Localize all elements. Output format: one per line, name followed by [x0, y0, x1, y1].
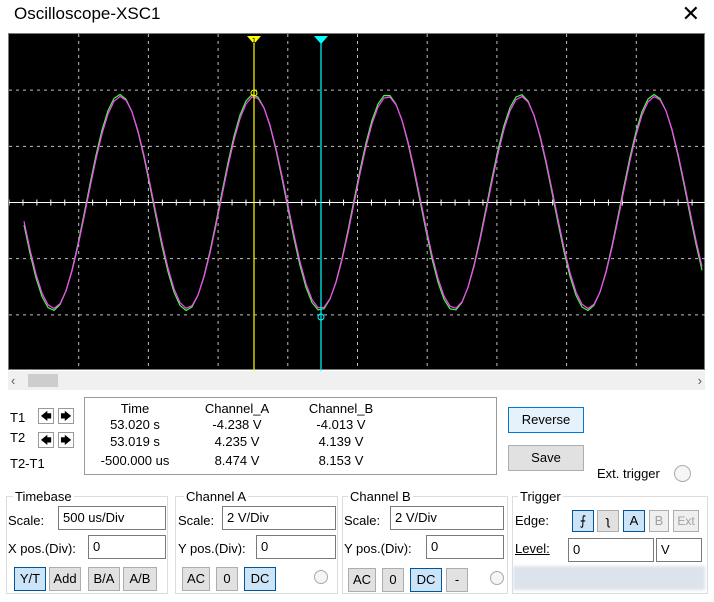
trigger-source-ext-button[interactable]: Ext [673, 510, 699, 532]
trigger-level-input[interactable]: 0 [568, 538, 654, 562]
t1-channel-b: -4.013 V [316, 417, 366, 432]
mode-add-button[interactable]: Add [49, 567, 81, 591]
channel-b-minus-button[interactable]: - [446, 568, 468, 592]
t2-label: T2 [10, 430, 26, 445]
trigger-source-b-button[interactable]: B [649, 510, 669, 532]
scroll-thumb[interactable] [28, 374, 58, 387]
channel-b-scale-input[interactable]: 2 V/Div [390, 506, 504, 530]
channel-b-ac-button[interactable]: AC [348, 568, 376, 592]
t1-right-arrow-icon[interactable]: 🡆 [58, 408, 74, 424]
channel-a-zero-button[interactable]: 0 [216, 567, 238, 591]
delta-channel-b: 8.153 V [318, 453, 364, 468]
trigger-mode-buttons-obscured [513, 566, 705, 590]
mode-ab-button[interactable]: A/B [123, 567, 157, 591]
t1-left-arrow-icon[interactable]: 🡄 [38, 408, 54, 424]
mode-yt-button[interactable]: Y/T [14, 567, 46, 591]
header-channel-b: Channel_B [308, 401, 374, 416]
header-time: Time [120, 401, 150, 416]
trigger-edge-label: Edge: [515, 513, 549, 528]
timebase-xpos-input[interactable]: 0 [88, 535, 166, 559]
channel-b-ypos-input[interactable]: 0 [426, 535, 504, 559]
close-icon[interactable]: ✕ [682, 2, 700, 26]
channel-a-scale-label: Scale: [178, 513, 215, 528]
timebase-scale-input[interactable]: 500 us/Div [58, 506, 166, 530]
ext-trigger-label: Ext. trigger [597, 466, 660, 481]
ext-trigger-radio[interactable] [674, 465, 691, 482]
window-title: Oscilloscope-XSC1 [14, 4, 161, 23]
cursor-t1[interactable]: 1 [247, 36, 261, 371]
grid [9, 34, 706, 371]
channel-a-ypos-input[interactable]: 0 [256, 535, 336, 559]
mode-ba-button[interactable]: B/A [88, 567, 120, 591]
timebase-title: Timebase [13, 489, 74, 504]
timebase-scale-label: Scale: [8, 513, 45, 528]
t1-label: T1 [10, 410, 26, 425]
t2-time: 53.019 s [110, 434, 160, 449]
cursor-t1-label: 1 [252, 37, 256, 45]
timebase-xpos-label: X pos.(Div): [8, 541, 76, 556]
channel-a-title: Channel A [184, 489, 248, 504]
t1-channel-a: -4.238 V [212, 417, 262, 432]
trigger-title: Trigger [518, 489, 563, 504]
channel-a-ac-button[interactable]: AC [182, 567, 210, 591]
trigger-level-label: Level: [515, 541, 550, 556]
scroll-right-icon[interactable]: › [698, 371, 702, 390]
t2-channel-a: 4.235 V [214, 434, 260, 449]
trigger-falling-edge-icon[interactable]: ʅ [597, 510, 619, 532]
header-channel-a: Channel_A [204, 401, 270, 416]
channel-b-scale-label: Scale: [344, 513, 381, 528]
trigger-source-a-button[interactable]: A [623, 510, 645, 532]
oscilloscope-screen: 1 [8, 33, 706, 371]
channel-a-ypos-label: Y pos.(Div): [178, 541, 246, 556]
t2-channel-b: 4.139 V [318, 434, 364, 449]
delta-channel-a: 8.474 V [214, 453, 260, 468]
channel-a-radio[interactable] [314, 570, 328, 584]
t2-right-arrow-icon[interactable]: 🡆 [58, 432, 74, 448]
channel-b-ypos-label: Y pos.(Div): [344, 541, 412, 556]
channel-b-zero-button[interactable]: 0 [382, 568, 404, 592]
channel-b-dc-button[interactable]: DC [410, 568, 442, 592]
save-button[interactable]: Save [508, 445, 584, 471]
channel-b-title: Channel B [348, 489, 413, 504]
oscilloscope-display: 1 [9, 34, 706, 371]
t2-left-arrow-icon[interactable]: 🡄 [38, 432, 54, 448]
reverse-button[interactable]: Reverse [508, 407, 584, 433]
channel-b-radio[interactable] [490, 571, 504, 585]
cursor-readout-table: Time Channel_A Channel_B 53.020 s -4.238… [84, 397, 497, 475]
channel-a-dc-button[interactable]: DC [244, 567, 276, 591]
delta-time: -500.000 us [100, 453, 170, 468]
channel-a-scale-input[interactable]: 2 V/Div [222, 506, 336, 530]
t1-time: 53.020 s [110, 417, 160, 432]
scroll-left-icon[interactable]: ‹ [11, 371, 15, 390]
trigger-rising-edge-icon[interactable]: ⨍ [572, 510, 594, 532]
t2-t1-label: T2-T1 [10, 456, 45, 471]
trigger-level-unit[interactable]: V [656, 538, 702, 562]
horizontal-scrollbar[interactable]: ‹ › [8, 371, 705, 390]
